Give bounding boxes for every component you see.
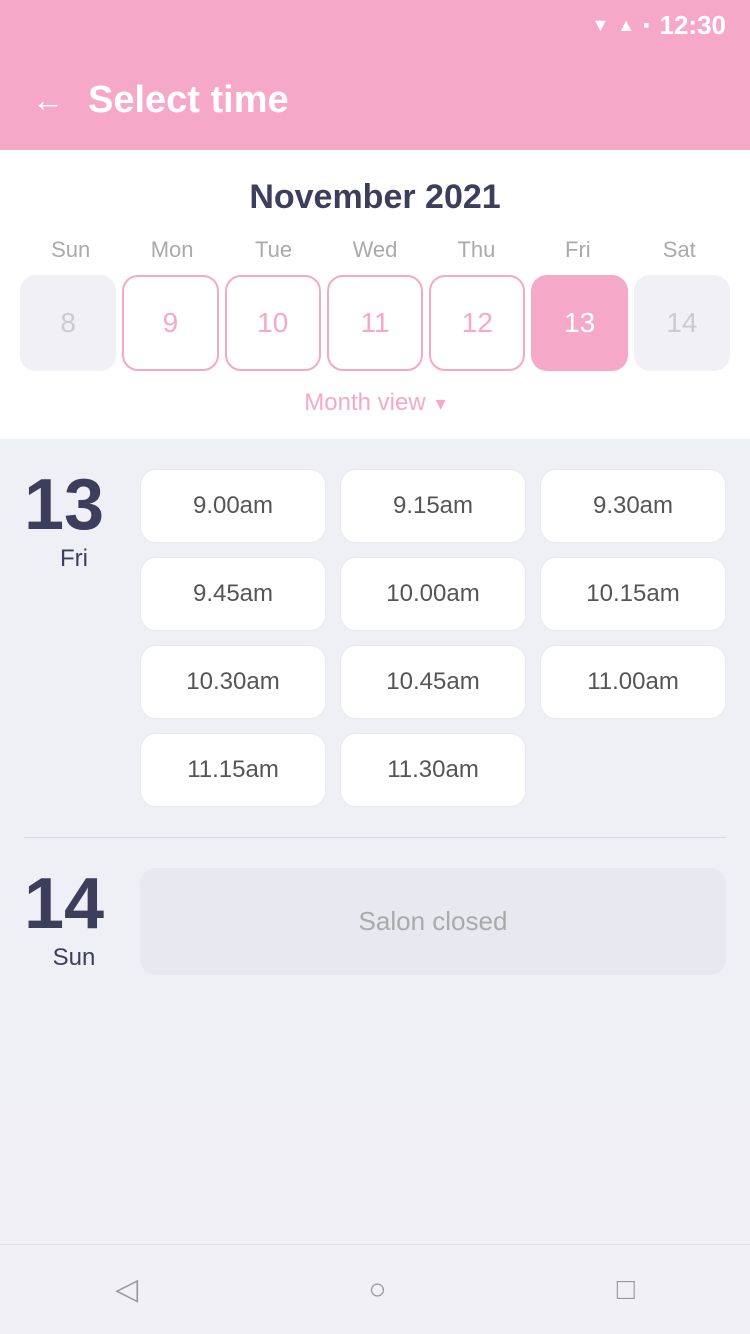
- time-slot-915[interactable]: 9.15am: [340, 469, 526, 543]
- salon-closed-box: Salon closed: [140, 868, 726, 975]
- status-bar: ▼ ▲ ▪ 12:30: [0, 0, 750, 50]
- back-button[interactable]: ←: [32, 82, 64, 119]
- bottom-nav: ◁ ○ □: [0, 1244, 750, 1334]
- day-name-13: Fri: [24, 545, 124, 573]
- signal-icon: ▲: [617, 15, 635, 36]
- date-cell-12[interactable]: 12: [429, 275, 525, 371]
- weekday-sat: Sat: [629, 237, 730, 263]
- weekday-fri: Fri: [527, 237, 628, 263]
- divider: [24, 837, 726, 838]
- weekday-wed: Wed: [324, 237, 425, 263]
- time-slot-945[interactable]: 9.45am: [140, 557, 326, 631]
- slots-area-13: 9.00am 9.15am 9.30am 9.45am 10.00am 10.1…: [140, 469, 726, 807]
- status-time: 12:30: [660, 10, 727, 41]
- day-number-14: 14: [24, 868, 124, 940]
- nav-home-button[interactable]: ○: [368, 1273, 386, 1307]
- timeslots-section: 13 Fri 9.00am 9.15am 9.30am 9.45am 10.00…: [0, 439, 750, 1105]
- calendar-section: November 2021 Sun Mon Tue Wed Thu Fri Sa…: [0, 150, 750, 371]
- date-cell-14[interactable]: 14: [634, 275, 730, 371]
- weekday-mon: Mon: [121, 237, 222, 263]
- day-number-13: 13: [24, 469, 124, 541]
- time-slot-1130[interactable]: 11.30am: [340, 733, 526, 807]
- time-slot-930[interactable]: 9.30am: [540, 469, 726, 543]
- status-icons: ▼ ▲ ▪: [591, 15, 649, 36]
- battery-icon: ▪: [643, 15, 649, 36]
- time-slot-1000[interactable]: 10.00am: [340, 557, 526, 631]
- weekday-row: Sun Mon Tue Wed Thu Fri Sat: [20, 237, 730, 263]
- month-view-toggle[interactable]: Month view ▾: [0, 371, 750, 439]
- chevron-down-icon: ▾: [436, 391, 446, 416]
- date-cell-13[interactable]: 13: [531, 275, 627, 371]
- day-section-13: 13 Fri 9.00am 9.15am 9.30am 9.45am 10.00…: [24, 469, 726, 807]
- day-label-14: 14 Sun: [24, 868, 124, 972]
- slots-grid-13: 9.00am 9.15am 9.30am 9.45am 10.00am 10.1…: [140, 469, 726, 807]
- date-cell-10[interactable]: 10: [225, 275, 321, 371]
- month-view-label: Month view: [304, 389, 425, 417]
- wifi-icon: ▼: [591, 15, 609, 36]
- day-section-14: 14 Sun Salon closed: [24, 868, 726, 975]
- date-cell-8[interactable]: 8: [20, 275, 116, 371]
- weekday-tue: Tue: [223, 237, 324, 263]
- header-title: Select time: [88, 79, 289, 122]
- day-content-13: 13 Fri 9.00am 9.15am 9.30am 9.45am 10.00…: [24, 469, 726, 807]
- header: ← Select time: [0, 50, 750, 150]
- day-label-13: 13 Fri: [24, 469, 124, 573]
- weekday-sun: Sun: [20, 237, 121, 263]
- day-name-14: Sun: [24, 944, 124, 972]
- time-slot-1100[interactable]: 11.00am: [540, 645, 726, 719]
- time-slot-900[interactable]: 9.00am: [140, 469, 326, 543]
- date-cell-9[interactable]: 9: [122, 275, 218, 371]
- month-year-label: November 2021: [20, 178, 730, 217]
- date-row: 8 9 10 11 12 13 14: [20, 275, 730, 371]
- time-slot-1115[interactable]: 11.15am: [140, 733, 326, 807]
- nav-back-button[interactable]: ◁: [115, 1272, 138, 1307]
- date-cell-11[interactable]: 11: [327, 275, 423, 371]
- time-slot-1045[interactable]: 10.45am: [340, 645, 526, 719]
- time-slot-1030[interactable]: 10.30am: [140, 645, 326, 719]
- day-content-14: 14 Sun Salon closed: [24, 868, 726, 975]
- nav-recent-button[interactable]: □: [617, 1273, 635, 1307]
- time-slot-1015[interactable]: 10.15am: [540, 557, 726, 631]
- weekday-thu: Thu: [426, 237, 527, 263]
